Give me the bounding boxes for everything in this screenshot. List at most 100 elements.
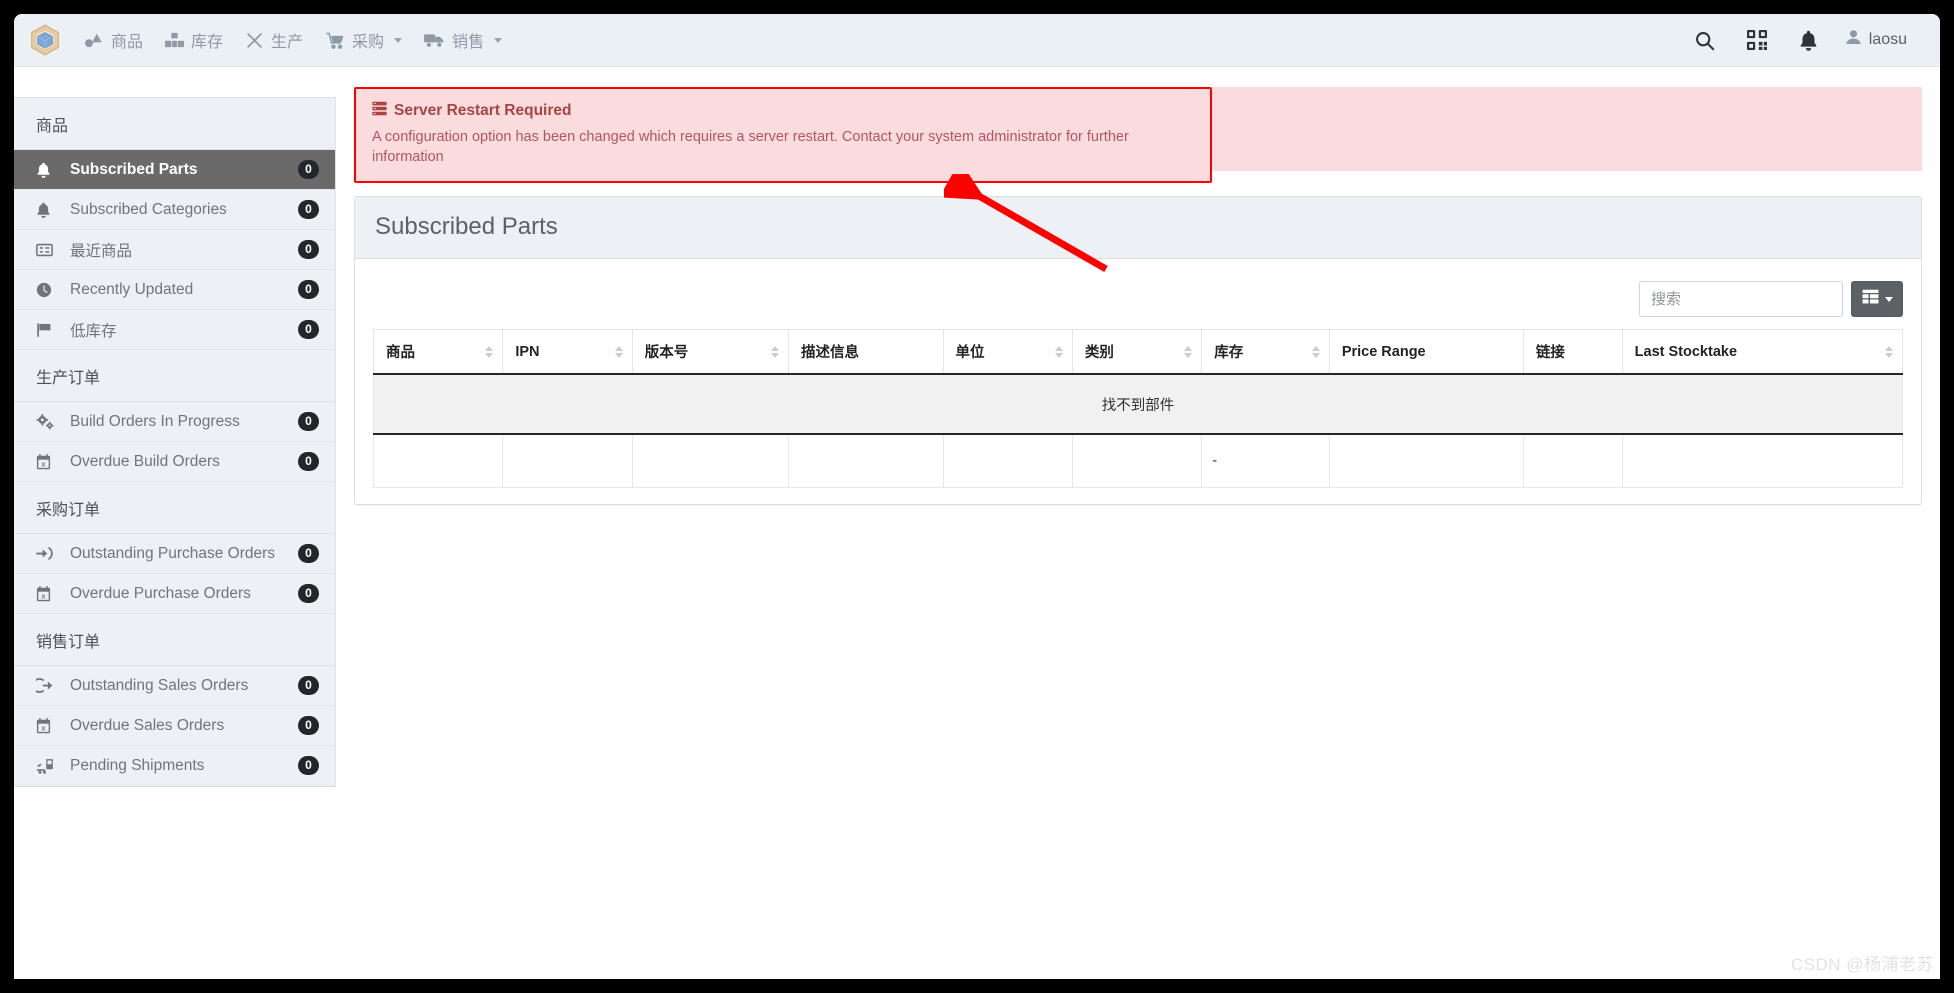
nav-item-sales[interactable]: 销售 bbox=[413, 22, 513, 58]
column-header-units[interactable]: 单位 bbox=[942, 329, 1073, 375]
sidebar-item-badge: 0 bbox=[298, 280, 319, 299]
table-row[interactable]: - bbox=[372, 433, 1904, 488]
sidebar-item-badge: 0 bbox=[298, 240, 319, 259]
panel-header: Subscribed Parts bbox=[355, 197, 1921, 259]
navbar-left-group: 商品 库存 生产 采购 销售 bbox=[22, 22, 513, 58]
sidebar-item-label: Recently Updated bbox=[70, 280, 194, 298]
column-header-description[interactable]: 描述信息 bbox=[788, 329, 944, 375]
shapes-icon bbox=[85, 32, 104, 48]
table-cell-last-stocktake bbox=[1621, 433, 1904, 488]
sidebar-item-label: Overdue Build Orders bbox=[70, 452, 220, 470]
panel-body: 商品 IPN 版本号 bbox=[355, 259, 1921, 504]
sidebar-item-label: 最近商品 bbox=[70, 242, 133, 260]
sidebar: 商品 Subscribed Parts 0 Subscribed Categor… bbox=[14, 97, 336, 787]
sidebar-item-overdue-sales-orders[interactable]: x Overdue Sales Orders 0 bbox=[14, 706, 335, 746]
nav-item-parts[interactable]: 商品 bbox=[74, 22, 154, 58]
table-columns-icon bbox=[1862, 289, 1879, 309]
sidebar-item-label: Overdue Purchase Orders bbox=[70, 584, 251, 602]
no-results-message: 找不到部件 bbox=[373, 373, 1903, 435]
column-header-part[interactable]: 商品 bbox=[372, 329, 504, 375]
nav-item-build[interactable]: 生产 bbox=[234, 22, 314, 58]
svg-text:x: x bbox=[42, 592, 46, 600]
sidebar-item-badge: 0 bbox=[298, 756, 319, 775]
column-header-ipn[interactable]: IPN bbox=[502, 329, 633, 375]
search-input[interactable] bbox=[1639, 281, 1843, 317]
sidebar-item-recently-updated[interactable]: Recently Updated 0 bbox=[14, 270, 335, 310]
watermark: CSDN @杨浦老苏 bbox=[1790, 955, 1934, 974]
user-menu-label: laosu bbox=[1868, 31, 1907, 48]
notification-bell-icon[interactable] bbox=[1783, 20, 1835, 60]
sidebar-item-outstanding-sales-orders[interactable]: Outstanding Sales Orders 0 bbox=[14, 666, 335, 706]
table-cell-stock: - bbox=[1201, 433, 1330, 488]
main-content: Server Restart Required A configuration … bbox=[354, 67, 1922, 979]
nav-item-label: 库存 bbox=[191, 34, 224, 51]
inventree-cube-logo-icon[interactable] bbox=[28, 23, 62, 57]
boxes-icon bbox=[165, 32, 185, 48]
sidebar-heading-purchase-orders: 采购订单 bbox=[14, 482, 335, 534]
sidebar-item-subscribed-categories[interactable]: Subscribed Categories 0 bbox=[14, 190, 335, 230]
sort-icon bbox=[485, 345, 494, 358]
truck-icon bbox=[424, 32, 445, 48]
sidebar-item-low-stock[interactable]: 低库存 0 bbox=[14, 310, 335, 350]
column-header-link[interactable]: 链接 bbox=[1522, 329, 1623, 375]
column-header-label: 版本号 bbox=[644, 345, 689, 361]
column-header-category[interactable]: 类别 bbox=[1071, 329, 1203, 375]
sidebar-item-overdue-build-orders[interactable]: x Overdue Build Orders 0 bbox=[14, 442, 335, 482]
sidebar-item-label: Overdue Sales Orders bbox=[70, 716, 225, 734]
svg-text:x: x bbox=[42, 460, 46, 468]
truck-loading-icon bbox=[36, 758, 62, 774]
search-icon[interactable] bbox=[1679, 20, 1731, 60]
sidebar-item-label: Outstanding Purchase Orders bbox=[70, 544, 276, 562]
column-header-price-range[interactable]: Price Range bbox=[1328, 329, 1524, 375]
shopping-cart-icon bbox=[325, 32, 345, 49]
column-header-label: 库存 bbox=[1214, 345, 1244, 361]
top-navbar: 商品 库存 生产 采购 销售 laosu bbox=[14, 14, 1940, 67]
column-header-last-stocktake[interactable]: Last Stocktake bbox=[1621, 329, 1904, 375]
nav-item-label: 商品 bbox=[111, 34, 144, 51]
calendar-times-icon: x bbox=[36, 453, 62, 470]
server-restart-alert[interactable]: Server Restart Required A configuration … bbox=[354, 87, 1212, 184]
table-body: 找不到部件 - bbox=[372, 373, 1904, 488]
barcode-scan-icon[interactable] bbox=[1731, 20, 1783, 60]
column-header-label: 单位 bbox=[955, 345, 985, 361]
alert-message: A configuration option has been changed … bbox=[372, 129, 1129, 165]
sidebar-item-badge: 0 bbox=[298, 160, 319, 179]
sidebar-item-label: Pending Shipments bbox=[70, 756, 205, 774]
calendar-times-icon: x bbox=[36, 717, 62, 734]
chevron-down-icon bbox=[394, 37, 403, 43]
list-alt-icon bbox=[36, 243, 62, 257]
column-header-stock[interactable]: 库存 bbox=[1201, 329, 1330, 375]
nav-item-stock[interactable]: 库存 bbox=[154, 22, 234, 58]
calendar-times-icon: x bbox=[36, 585, 62, 602]
sort-icon bbox=[614, 345, 623, 358]
alert-row-background bbox=[1212, 87, 1922, 171]
sidebar-item-outstanding-purchase-orders[interactable]: Outstanding Purchase Orders 0 bbox=[14, 534, 335, 574]
table-cell-link bbox=[1522, 433, 1623, 488]
navbar-right-group: laosu bbox=[1679, 20, 1918, 60]
sidebar-item-overdue-purchase-orders[interactable]: x Overdue Purchase Orders 0 bbox=[14, 574, 335, 614]
sign-out-icon bbox=[36, 678, 62, 693]
sidebar-item-recent-parts[interactable]: 最近商品 0 bbox=[14, 230, 335, 270]
page-title: Subscribed Parts bbox=[375, 213, 558, 240]
chevron-down-icon bbox=[1884, 296, 1893, 302]
sidebar-item-badge: 0 bbox=[298, 544, 319, 563]
table-cell-price-range bbox=[1328, 433, 1524, 488]
sidebar-item-label: Subscribed Categories bbox=[70, 200, 227, 218]
sidebar-item-pending-shipments[interactable]: Pending Shipments 0 bbox=[14, 746, 335, 786]
column-header-label: Price Range bbox=[1341, 343, 1426, 360]
user-menu[interactable]: laosu bbox=[1835, 23, 1918, 57]
sort-icon bbox=[1885, 345, 1893, 358]
sort-icon bbox=[771, 345, 780, 358]
sidebar-item-subscribed-parts[interactable]: Subscribed Parts 0 bbox=[14, 150, 335, 190]
table-cell-revision bbox=[631, 433, 790, 488]
sidebar-item-build-orders-in-progress[interactable]: Build Orders In Progress 0 bbox=[14, 402, 335, 442]
sidebar-item-label: Outstanding Sales Orders bbox=[70, 676, 249, 694]
column-header-label: 类别 bbox=[1084, 345, 1114, 361]
sidebar-heading-sales-orders: 销售订单 bbox=[14, 614, 335, 666]
sidebar-item-badge: 0 bbox=[298, 676, 319, 695]
column-visibility-button[interactable] bbox=[1851, 281, 1903, 317]
sidebar-item-badge: 0 bbox=[298, 452, 319, 471]
column-header-revision[interactable]: 版本号 bbox=[631, 329, 790, 375]
table-cell-ipn bbox=[502, 433, 633, 488]
nav-item-purchasing[interactable]: 采购 bbox=[314, 22, 413, 58]
